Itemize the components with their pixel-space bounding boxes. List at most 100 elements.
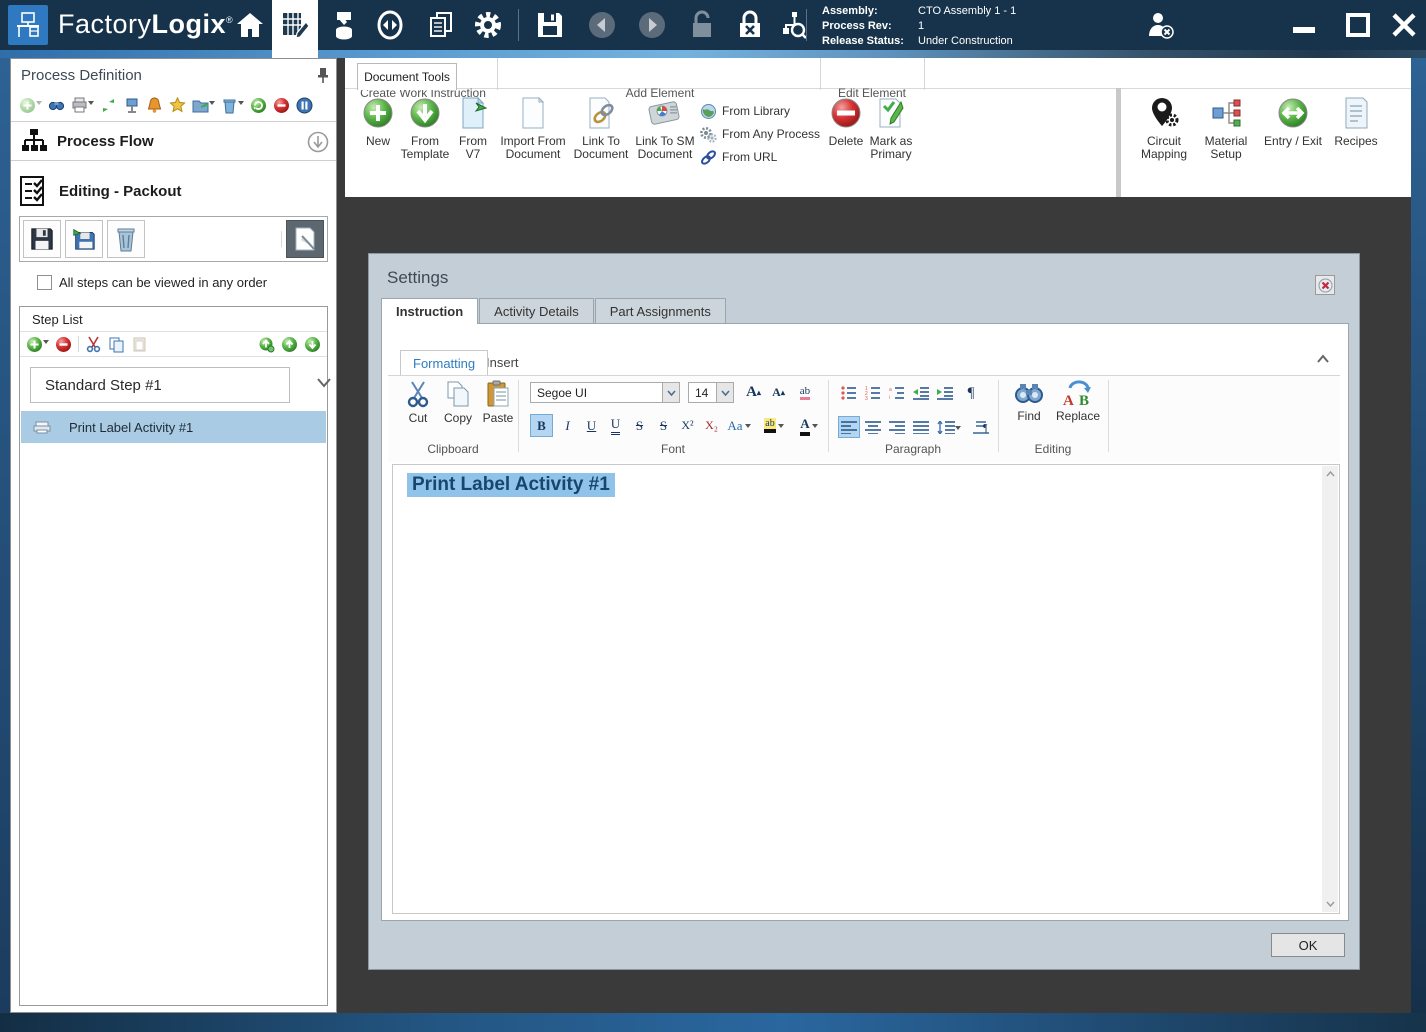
strikethrough-button[interactable]: S: [628, 414, 651, 437]
save-instruction-button[interactable]: [23, 220, 61, 258]
tab-formatting[interactable]: Formatting: [400, 350, 489, 375]
superscript-button[interactable]: X²: [676, 414, 699, 437]
highlight-color-button[interactable]: ab: [758, 414, 790, 437]
increase-indent-button[interactable]: [934, 382, 956, 404]
move-step-up-icon[interactable]: [281, 336, 298, 353]
align-left-button[interactable]: [838, 416, 860, 438]
subscript-button[interactable]: X₂: [700, 414, 723, 437]
close-button[interactable]: [1386, 9, 1422, 41]
link-to-document-button[interactable]: Link To Document: [572, 96, 630, 161]
documents-nav-button[interactable]: [418, 0, 462, 50]
collapse-section-icon[interactable]: [307, 131, 329, 153]
double-underline-button[interactable]: U: [604, 414, 627, 437]
pause-status-icon[interactable]: [296, 97, 313, 114]
process-flow-header[interactable]: Process Flow: [11, 121, 336, 161]
unlock-button[interactable]: [680, 0, 724, 50]
settings-nav-button[interactable]: [466, 0, 510, 50]
pin-icon[interactable]: [316, 67, 330, 83]
link-to-sm-document-button[interactable]: Link To SM Document: [634, 96, 696, 161]
decrease-indent-button[interactable]: [910, 382, 932, 404]
cut-step-icon[interactable]: [85, 336, 102, 353]
paste-step-icon[interactable]: [131, 336, 148, 353]
multilevel-list-button[interactable]: ai: [886, 382, 908, 404]
goto-step-icon[interactable]: [258, 336, 275, 353]
maximize-button[interactable]: [1340, 9, 1376, 41]
process-search-button[interactable]: [772, 0, 816, 50]
edit-mode-toggle[interactable]: [286, 220, 324, 258]
double-strikethrough-button[interactable]: S: [652, 414, 675, 437]
numbered-list-button[interactable]: 123: [862, 382, 884, 404]
paragraph-direction-button[interactable]: ¶: [970, 416, 992, 438]
production-nav-button[interactable]: [368, 0, 412, 50]
stop-status-icon[interactable]: [273, 97, 290, 114]
settings-close-button[interactable]: [1315, 275, 1335, 295]
from-library-button[interactable]: From Library: [700, 102, 790, 120]
underline-button[interactable]: U: [580, 414, 603, 437]
badge-icon[interactable]: [169, 96, 186, 114]
save-button[interactable]: [528, 0, 572, 50]
change-case-button[interactable]: Aa: [724, 414, 754, 437]
remove-step-icon[interactable]: [55, 336, 72, 353]
move-step-down-icon[interactable]: [304, 336, 321, 353]
bell-icon[interactable]: [146, 96, 163, 114]
collapse-ribbon-chevron-icon[interactable]: [1316, 354, 1330, 364]
home-button[interactable]: [228, 0, 272, 50]
paste-button[interactable]: Paste: [478, 380, 518, 425]
tab-activity-details[interactable]: Activity Details: [479, 298, 594, 323]
font-name-select[interactable]: Segoe UI: [530, 382, 680, 403]
delete-instruction-button[interactable]: [107, 220, 145, 258]
step-header[interactable]: Standard Step #1: [30, 367, 290, 403]
export-process-button[interactable]: [192, 97, 215, 114]
replace-button[interactable]: A B Replace: [1052, 380, 1104, 423]
recipes-button[interactable]: Recipes: [1330, 96, 1382, 148]
any-order-checkbox[interactable]: [37, 275, 52, 290]
print-button[interactable]: [71, 97, 94, 114]
copy-button[interactable]: Copy: [438, 380, 478, 425]
shrink-font-button[interactable]: A ▴: [767, 381, 790, 404]
editor-scrollbar[interactable]: [1322, 466, 1338, 912]
line-spacing-button[interactable]: [934, 416, 964, 438]
instruction-editor[interactable]: Print Label Activity #1: [392, 464, 1340, 914]
any-order-option[interactable]: All steps can be viewed in any order: [37, 275, 267, 290]
show-marks-button[interactable]: ¶: [960, 382, 982, 404]
import-instruction-button[interactable]: [65, 220, 103, 258]
find-button[interactable]: Find: [1010, 380, 1048, 423]
scroll-up-button[interactable]: [1322, 466, 1338, 482]
ok-button[interactable]: OK: [1271, 933, 1345, 957]
italic-button[interactable]: I: [556, 414, 579, 437]
document-tools-tab[interactable]: Document Tools: [357, 63, 457, 90]
selected-text[interactable]: Print Label Activity #1: [407, 473, 615, 497]
from-url-button[interactable]: From URL: [700, 148, 777, 166]
step-expand-chevron-icon[interactable]: [316, 377, 332, 389]
bullet-list-button[interactable]: [838, 382, 860, 404]
scroll-down-button[interactable]: [1322, 896, 1338, 912]
forward-button[interactable]: [630, 0, 674, 50]
lock-discard-button[interactable]: [728, 0, 772, 50]
cut-button[interactable]: Cut: [398, 380, 438, 425]
from-template-button[interactable]: From Template: [396, 96, 454, 161]
materials-nav-button[interactable]: [322, 0, 366, 50]
material-setup-button[interactable]: Material Setup: [1198, 96, 1254, 161]
find-icon[interactable]: [48, 97, 65, 114]
swap-processes-icon[interactable]: [100, 97, 117, 114]
mark-as-primary-button[interactable]: Mark as Primary: [862, 96, 920, 161]
logout-user-button[interactable]: [1138, 0, 1182, 50]
align-right-button[interactable]: [886, 416, 908, 438]
signpost-icon[interactable]: [123, 97, 140, 114]
justify-button[interactable]: [910, 416, 932, 438]
align-center-button[interactable]: [862, 416, 884, 438]
import-from-document-button[interactable]: Import From Document: [500, 96, 566, 161]
from-v7-button[interactable]: From V7: [452, 96, 494, 161]
copy-step-icon[interactable]: [108, 336, 125, 353]
grow-font-button[interactable]: A ▴: [742, 381, 765, 404]
font-color-button[interactable]: A: [794, 414, 824, 437]
bold-button[interactable]: B: [530, 414, 553, 437]
from-any-process-button[interactable]: From Any Process: [700, 125, 820, 143]
refresh-status-icon[interactable]: [250, 97, 267, 114]
entry-exit-button[interactable]: Entry / Exit: [1262, 96, 1324, 148]
back-button[interactable]: [580, 0, 624, 50]
circuit-mapping-button[interactable]: Circuit Mapping: [1136, 96, 1192, 161]
tab-instruction[interactable]: Instruction: [381, 298, 479, 324]
delete-process-button[interactable]: [221, 97, 244, 114]
add-process-button[interactable]: [19, 97, 42, 114]
